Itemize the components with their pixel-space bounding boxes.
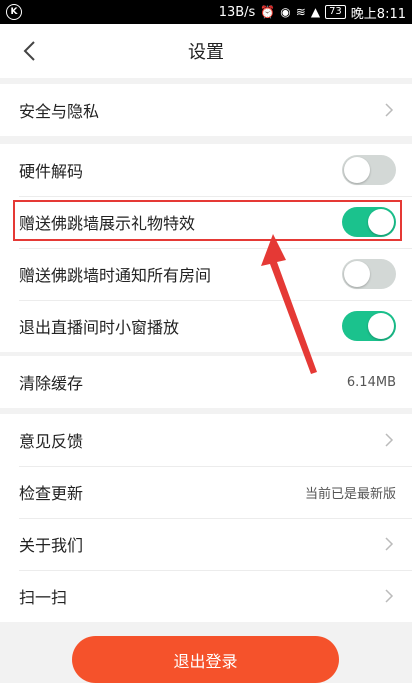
- cache-section: 清除缓存 6.14MB: [0, 356, 412, 408]
- chevron-right-icon: [382, 534, 396, 554]
- update-status: 当前已是最新版: [304, 486, 396, 502]
- alarm-icon: ⏰: [260, 5, 276, 19]
- feedback-row[interactable]: 意见反馈: [0, 414, 412, 466]
- mini-window-row: 退出直播间时小窗播放: [0, 300, 412, 352]
- app-logo-icon: K: [6, 4, 22, 20]
- row-label: 赠送佛跳墙时通知所有房间: [19, 266, 212, 285]
- toggles-section: 硬件解码 赠送佛跳墙展示礼物特效 赠送佛跳墙时通知所有房间 退出直播间时小窗播放: [0, 144, 412, 352]
- toggle-knob: [344, 157, 370, 183]
- hardware-decode-row: 硬件解码: [0, 144, 412, 196]
- gift-effect-row: 赠送佛跳墙展示礼物特效: [0, 196, 412, 248]
- row-label: 安全与隐私: [19, 102, 100, 121]
- clear-cache-row[interactable]: 清除缓存 6.14MB: [0, 356, 412, 408]
- row-label: 硬件解码: [19, 162, 84, 181]
- wifi-icon: ≋: [295, 5, 306, 19]
- security-section: 安全与隐私: [0, 84, 412, 136]
- scan-row[interactable]: 扫一扫: [0, 570, 412, 622]
- row-label: 检查更新: [19, 484, 84, 503]
- cache-size: 6.14MB: [346, 374, 396, 390]
- status-bar: K 13B/s ⏰ ◉ ≋ ▲ 73 晚上8:11: [0, 0, 412, 24]
- notify-all-rooms-row: 赠送佛跳墙时通知所有房间: [0, 248, 412, 300]
- page-title: 设置: [188, 42, 224, 63]
- nav-bar: 设置: [0, 24, 412, 78]
- chevron-right-icon: [382, 100, 396, 120]
- about-us-row[interactable]: 关于我们: [0, 518, 412, 570]
- row-label: 退出直播间时小窗播放: [19, 318, 180, 337]
- gift-effect-toggle[interactable]: [342, 207, 396, 237]
- security-privacy-row[interactable]: 安全与隐私: [0, 84, 412, 136]
- signal-icon: ▲: [310, 5, 321, 19]
- back-button[interactable]: [14, 36, 44, 66]
- clock: 晚上8:11: [350, 6, 406, 22]
- battery-icon: 73: [325, 5, 346, 19]
- chevron-right-icon: [382, 586, 396, 606]
- network-speed: 13B/s: [218, 4, 256, 20]
- row-label: 扫一扫: [19, 588, 68, 607]
- chevron-left-icon: [23, 41, 35, 61]
- toggle-knob: [368, 209, 394, 235]
- toggle-knob: [344, 261, 370, 287]
- mini-window-toggle[interactable]: [342, 311, 396, 341]
- check-update-row[interactable]: 检查更新 当前已是最新版: [0, 466, 412, 518]
- chevron-right-icon: [382, 430, 396, 450]
- row-label: 关于我们: [19, 536, 84, 555]
- notify-all-rooms-toggle[interactable]: [342, 259, 396, 289]
- row-label: 赠送佛跳墙展示礼物特效: [19, 214, 196, 233]
- eye-icon: ◉: [280, 5, 291, 19]
- misc-section: 意见反馈 检查更新 当前已是最新版 关于我们 扫一扫: [0, 414, 412, 622]
- hardware-decode-toggle[interactable]: [342, 155, 396, 185]
- row-label: 清除缓存: [19, 374, 84, 393]
- logout-button[interactable]: 退出登录: [72, 636, 339, 683]
- toggle-knob: [368, 313, 394, 339]
- row-label: 意见反馈: [19, 432, 84, 451]
